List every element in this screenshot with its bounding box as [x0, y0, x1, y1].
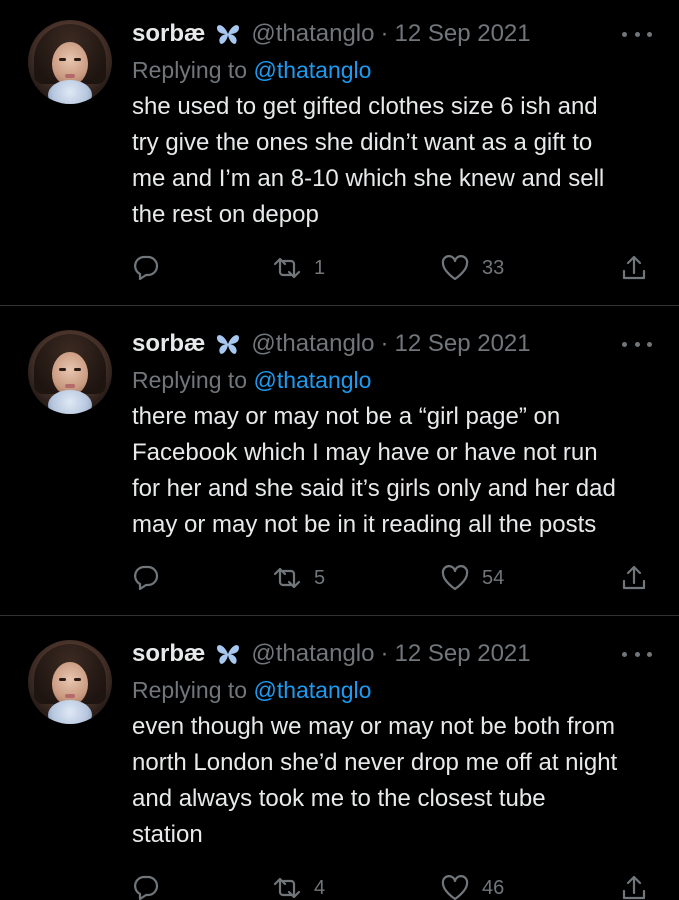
retweet-button[interactable]: 4 [272, 870, 325, 900]
retweet-count: 4 [314, 876, 326, 899]
reply-button[interactable] [132, 870, 160, 900]
replying-to: Replying to @thatanglo [132, 361, 652, 399]
retweet-icon [273, 877, 301, 899]
replying-prefix: Replying to [132, 677, 248, 703]
replying-prefix: Replying to [132, 57, 248, 83]
retweet-button[interactable]: 5 [272, 560, 325, 596]
display-name[interactable]: sorbæ [132, 640, 205, 668]
like-count: 46 [482, 876, 505, 899]
replying-to: Replying to @thatanglo [132, 671, 652, 709]
tweet-content: sorbæ @thatanglo · 12 Sep 2021 Replying … [132, 637, 652, 853]
replying-prefix: Replying to [132, 367, 248, 393]
share-icon [622, 875, 646, 900]
heart-icon [441, 255, 469, 281]
retweet-icon [273, 567, 301, 589]
action-bar: 5 54 [132, 560, 652, 596]
tweet-text: she used to get gifted clothes size 6 is… [132, 93, 605, 228]
retweet-button[interactable]: 1 [272, 250, 325, 286]
action-bar: 4 46 [132, 870, 652, 900]
like-button[interactable]: 54 [440, 560, 504, 596]
more-dots-icon[interactable] [622, 27, 652, 41]
heart-icon [441, 875, 469, 900]
action-bar: 1 33 [132, 250, 652, 286]
tweet-text: even though we may or may not be both fr… [132, 713, 618, 848]
heart-icon [441, 565, 469, 591]
butterfly-icon [215, 642, 241, 666]
separator-dot: · [380, 20, 389, 47]
mention-link[interactable]: @thatanglo [253, 677, 371, 703]
display-name[interactable]: sorbæ [132, 20, 205, 48]
reply-button[interactable] [132, 250, 160, 286]
tweet[interactable]: sorbæ @thatanglo · 12 Sep 2021 Replying … [0, 620, 679, 900]
tweet-date[interactable]: 12 Sep 2021 [394, 330, 530, 358]
divider [0, 305, 679, 306]
reply-icon [134, 565, 159, 591]
avatar[interactable] [28, 330, 112, 414]
tweet-header: sorbæ @thatanglo · 12 Sep 2021 [132, 327, 652, 361]
tweet-date[interactable]: 12 Sep 2021 [394, 20, 530, 48]
avatar[interactable] [28, 20, 112, 104]
tweet-content: sorbæ @thatanglo · 12 Sep 2021 Replying … [132, 17, 652, 233]
avatar[interactable] [28, 640, 112, 724]
tweet-header: sorbæ @thatanglo · 12 Sep 2021 [132, 17, 652, 51]
more-dots-icon[interactable] [622, 647, 652, 661]
share-button[interactable] [620, 870, 648, 900]
more-dots-icon[interactable] [622, 337, 652, 351]
retweet-count: 1 [314, 256, 326, 279]
user-handle[interactable]: @thatanglo [251, 20, 374, 48]
mention-link[interactable]: @thatanglo [253, 57, 371, 83]
user-handle[interactable]: @thatanglo [251, 640, 374, 668]
tweet[interactable]: sorbæ @thatanglo · 12 Sep 2021 Replying … [0, 310, 679, 619]
tweet-date[interactable]: 12 Sep 2021 [394, 640, 530, 668]
replying-to: Replying to @thatanglo [132, 51, 652, 89]
share-icon [622, 255, 646, 280]
share-button[interactable] [620, 560, 648, 596]
like-button[interactable]: 46 [440, 870, 504, 900]
butterfly-icon [215, 22, 241, 46]
user-handle[interactable]: @thatanglo [251, 330, 374, 358]
separator-dot: · [380, 330, 389, 357]
retweet-count: 5 [314, 566, 326, 589]
divider [0, 615, 679, 616]
reply-icon [134, 255, 159, 281]
tweet-header: sorbæ @thatanglo · 12 Sep 2021 [132, 637, 652, 671]
display-name[interactable]: sorbæ [132, 330, 205, 358]
tweet[interactable]: sorbæ @thatanglo · 12 Sep 2021 Replying … [0, 0, 679, 309]
tweet-thread: sorbæ @thatanglo · 12 Sep 2021 Replying … [0, 0, 679, 900]
mention-link[interactable]: @thatanglo [253, 367, 371, 393]
tweet-text: there may or may not be a “girl page” on… [132, 403, 616, 538]
tweet-content: sorbæ @thatanglo · 12 Sep 2021 Replying … [132, 327, 652, 543]
like-button[interactable]: 33 [440, 250, 504, 286]
butterfly-icon [215, 332, 241, 356]
share-icon [622, 565, 646, 590]
share-button[interactable] [620, 250, 648, 286]
like-count: 33 [482, 256, 505, 279]
reply-icon [134, 875, 159, 900]
like-count: 54 [482, 566, 505, 589]
retweet-icon [273, 257, 301, 279]
reply-button[interactable] [132, 560, 160, 596]
separator-dot: · [380, 640, 389, 667]
